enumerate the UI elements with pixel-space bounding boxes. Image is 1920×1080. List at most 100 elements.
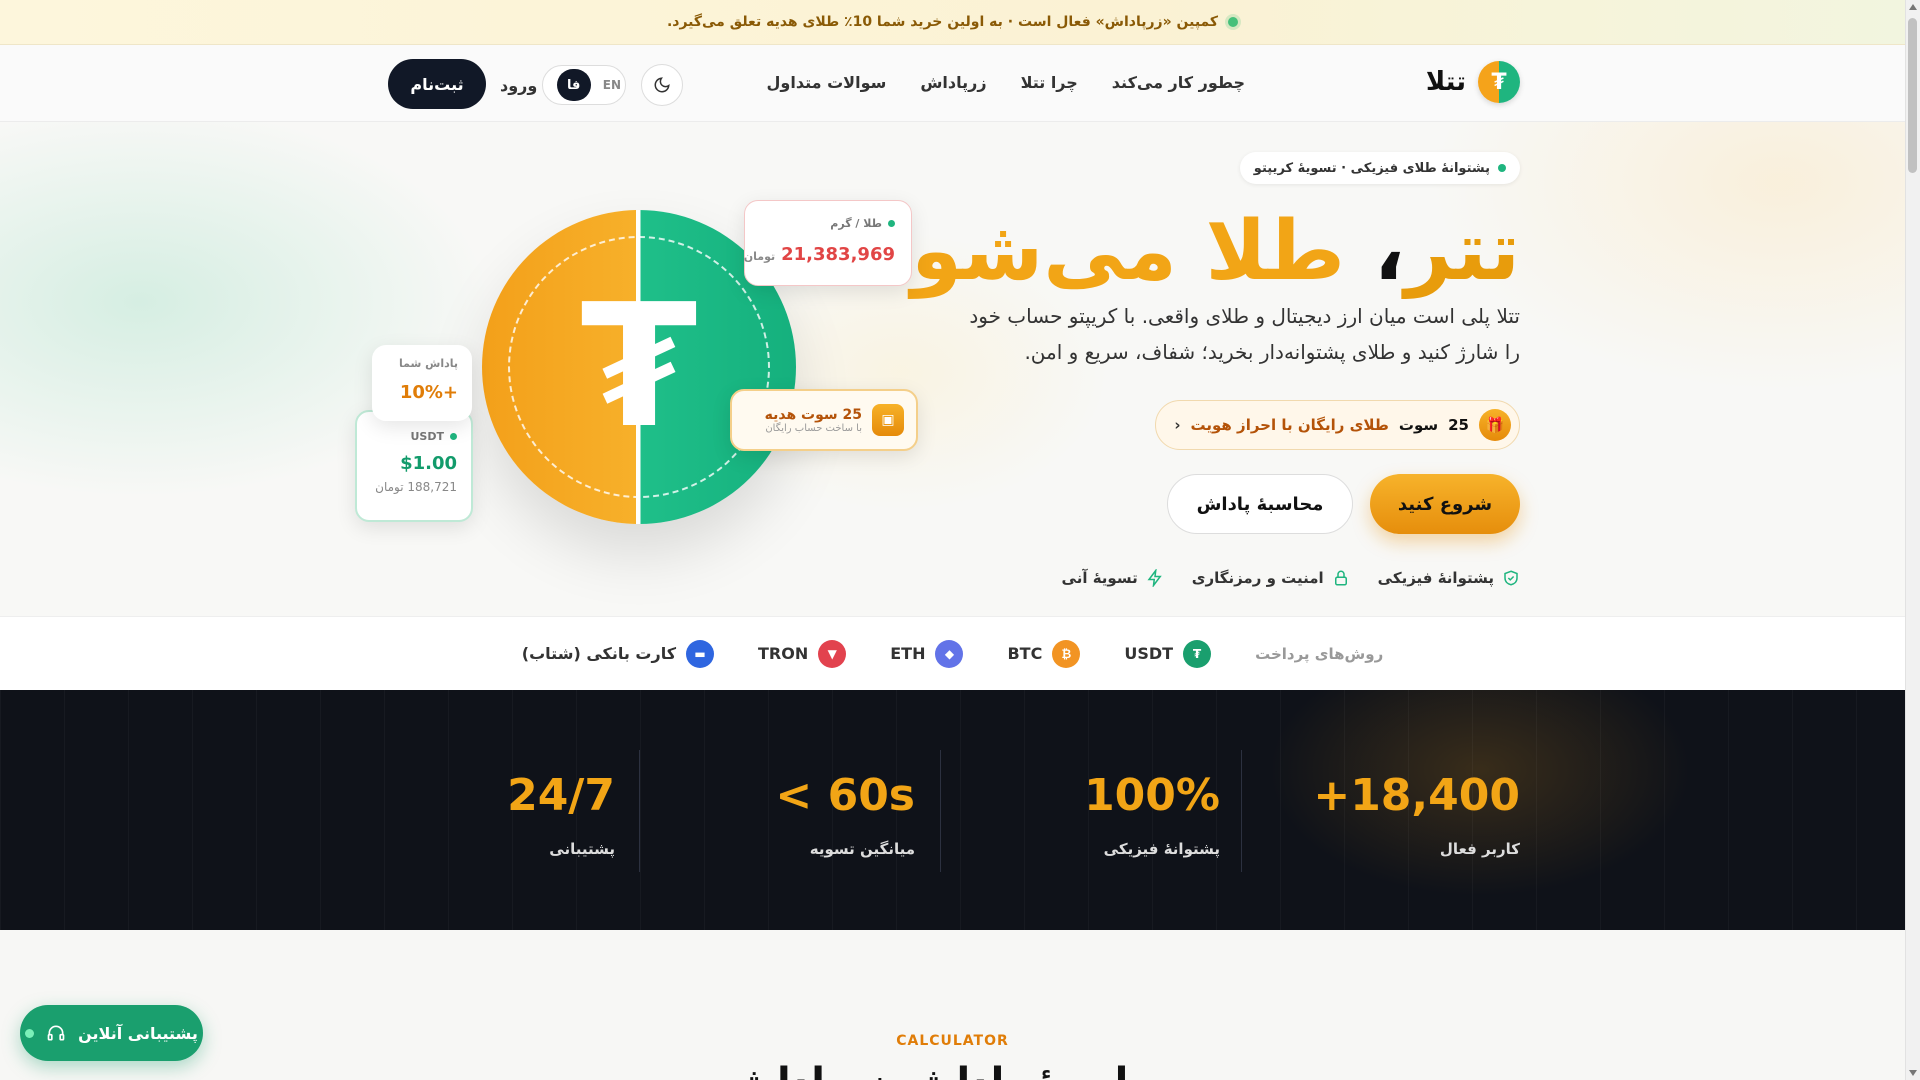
- payment-name: کارت بانکی (شتاب): [521, 644, 677, 663]
- credit-card-icon: ▬: [686, 639, 715, 668]
- stat-physical-backing: 100% پشتوانهٔ فیزیکی: [920, 690, 1220, 930]
- reward-label: پاداش شما: [398, 357, 458, 370]
- usdt-value: $1.00: [400, 453, 457, 474]
- gift-num: 25: [1448, 416, 1469, 434]
- nav-how-it-works[interactable]: چطور کار می‌کند: [1112, 73, 1245, 92]
- lang-fa[interactable]: فا: [556, 69, 591, 101]
- shield-check-icon: [1504, 570, 1518, 586]
- price-label: طلا / گرم: [830, 217, 882, 230]
- feature-security: امنیت و رمزنگاری: [1192, 569, 1350, 587]
- gift-unit: سوت: [1398, 416, 1439, 434]
- payment-eth: ◆ ETH: [890, 639, 964, 668]
- hero-title: تتر، طلا می‌شود: [869, 192, 1520, 312]
- main-nav: چطور کار می‌کند چرا تتلا زرپاداش سوالات …: [767, 73, 1245, 92]
- feature-label: امنیت و رمزنگاری: [1191, 569, 1324, 587]
- chevron-left-icon: ‹: [1174, 416, 1181, 434]
- calculator-section: CALCULATOR محاسبهٔ پاداش زرپاداش: [0, 930, 1905, 1080]
- status-dot: [1498, 164, 1506, 172]
- feature-physical-backing: پشتوانهٔ فیزیکی: [1378, 569, 1520, 587]
- hero-description: تتلا پلی است میان ارز دیجیتال و طلای واق…: [969, 304, 1520, 364]
- logo[interactable]: ₮ تتلا: [1426, 61, 1520, 103]
- stat-settlement-time: < 60s میانگین تسویه: [615, 690, 915, 930]
- usdt-toman: 188,721 تومان: [375, 480, 457, 494]
- hero-title-comma: ،: [1373, 204, 1405, 299]
- nav-why-tetla[interactable]: چرا تتلا: [1021, 73, 1078, 92]
- hero-title-part2: طلا می‌شود: [869, 204, 1345, 299]
- free-gold-pill[interactable]: 🎁 25 سوت طلای رایگان با احراز هویت ‹: [1155, 400, 1520, 450]
- payment-methods-strip: روش‌های پرداخت ₮ USDT ₿ BTC ◆ ETH ▼ TRON…: [0, 616, 1905, 690]
- stat-value: 24/7: [507, 770, 615, 821]
- price-value: 21,383,969: [781, 244, 895, 265]
- eth-icon: ◆: [935, 639, 964, 668]
- scrollbar-thumb[interactable]: [1908, 18, 1917, 173]
- payment-name: USDT: [1124, 644, 1174, 663]
- campaign-text: کمپین «زرپاداش» فعال است · به اولین خرید…: [666, 14, 1219, 30]
- start-button[interactable]: شروع کنید: [1370, 474, 1520, 534]
- gift-box-icon: ▣: [872, 404, 904, 436]
- status-dot: [888, 220, 895, 227]
- lang-en[interactable]: EN: [591, 78, 621, 92]
- tron-icon: ▼: [818, 639, 847, 668]
- price-unit: تومان: [743, 250, 776, 263]
- gift-icon: 🎁: [1479, 409, 1511, 441]
- payment-name: BTC: [1007, 644, 1043, 663]
- usdt-label: USDT: [410, 430, 445, 443]
- feature-label: تسویهٔ آنی: [1061, 569, 1138, 587]
- stat-value: 100%: [1084, 770, 1220, 821]
- calculator-title: محاسبهٔ پاداش زرپاداش: [0, 1060, 1905, 1080]
- theme-toggle-button[interactable]: [641, 64, 683, 106]
- payment-usdt: ₮ USDT: [1124, 639, 1212, 668]
- nav-faq[interactable]: سوالات متداول: [767, 73, 887, 92]
- support-label: پشتیبانی آنلاین: [78, 1023, 198, 1043]
- online-status-dot: [25, 1028, 35, 1038]
- payment-btc: ₿ BTC: [1007, 639, 1081, 668]
- stats-section: +18,400 کاربر فعال 100% پشتوانهٔ فیزیکی …: [0, 690, 1905, 930]
- gift-card: ▣ 25 سوت هدیه با ساخت حساب رایگان: [730, 389, 918, 451]
- language-switch[interactable]: EN فا: [542, 65, 626, 105]
- divider: [940, 750, 941, 872]
- calculate-reward-button[interactable]: محاسبهٔ پاداش: [1167, 474, 1353, 534]
- online-support-button[interactable]: پشتیبانی آنلاین: [20, 1005, 203, 1061]
- stat-support: 24/7 پشتیبانی: [315, 690, 615, 930]
- stat-value: < 60s: [775, 770, 915, 821]
- hero-pill: پشتوانهٔ طلای فیزیکی · تسویهٔ کریپتو: [1239, 152, 1520, 184]
- usdt-icon: ₮: [1183, 639, 1212, 668]
- gift-card-text: 25 سوت هدیه با ساخت حساب رایگان: [765, 407, 862, 434]
- gift-card-sub: با ساخت حساب رایگان: [765, 422, 862, 434]
- campaign-banner: کمپین «زرپاداش» فعال است · به اولین خرید…: [0, 0, 1905, 45]
- payment-label: روش‌های پرداخت: [1255, 644, 1384, 663]
- usdt-card: USDT $1.00 188,721 تومان: [355, 410, 473, 522]
- feature-instant-settlement: تسویهٔ آنی: [1062, 569, 1164, 587]
- feature-label: پشتوانهٔ فیزیکی: [1377, 569, 1494, 587]
- gift-card-title: 25 سوت هدیه: [764, 406, 862, 423]
- headset-icon: [47, 1025, 65, 1041]
- payment-name: ETH: [890, 644, 926, 663]
- payment-tron: ▼ TRON: [758, 639, 847, 668]
- login-link[interactable]: ورود: [500, 76, 537, 95]
- stat-caption: میانگین تسویه: [809, 840, 915, 858]
- gift-text: طلای رایگان با احراز هویت: [1190, 416, 1389, 434]
- site-header: ₮ تتلا چطور کار می‌کند چرا تتلا زرپاداش …: [0, 45, 1905, 122]
- stat-caption: پشتیبانی: [549, 840, 615, 858]
- scroll-down-icon[interactable]: [1909, 1070, 1917, 1076]
- hero-section: پشتوانهٔ طلای فیزیکی · تسویهٔ کریپتو تتر…: [0, 122, 1905, 616]
- stat-caption: کاربر فعال: [1439, 840, 1520, 858]
- logo-text: تتلا: [1425, 67, 1466, 97]
- page-scrollbar[interactable]: [1905, 0, 1920, 1080]
- status-dot: [450, 433, 457, 440]
- hero-pill-text: پشتوانهٔ طلای فیزیکی · تسویهٔ کریپتو: [1253, 160, 1490, 176]
- divider: [639, 750, 640, 872]
- nav-zarpadash[interactable]: زرپاداش: [920, 73, 986, 92]
- divider: [1241, 750, 1242, 872]
- tether-logo-icon: ₮: [1478, 61, 1520, 103]
- calculator-eyebrow: CALCULATOR: [896, 1033, 1009, 1049]
- usdt-label-row: USDT: [371, 430, 457, 443]
- btc-icon: ₿: [1052, 639, 1081, 668]
- stat-caption: پشتوانهٔ فیزیکی: [1103, 840, 1220, 858]
- scroll-up-icon[interactable]: [1909, 4, 1917, 10]
- payment-name: TRON: [758, 644, 809, 663]
- hero-title-part1: تتر: [1404, 204, 1520, 299]
- feature-list: پشتوانهٔ فیزیکی امنیت و رمزنگاری تسویهٔ …: [1062, 569, 1520, 587]
- reward-value: +10%: [399, 382, 458, 403]
- signup-button[interactable]: ثبت‌نام: [388, 59, 486, 109]
